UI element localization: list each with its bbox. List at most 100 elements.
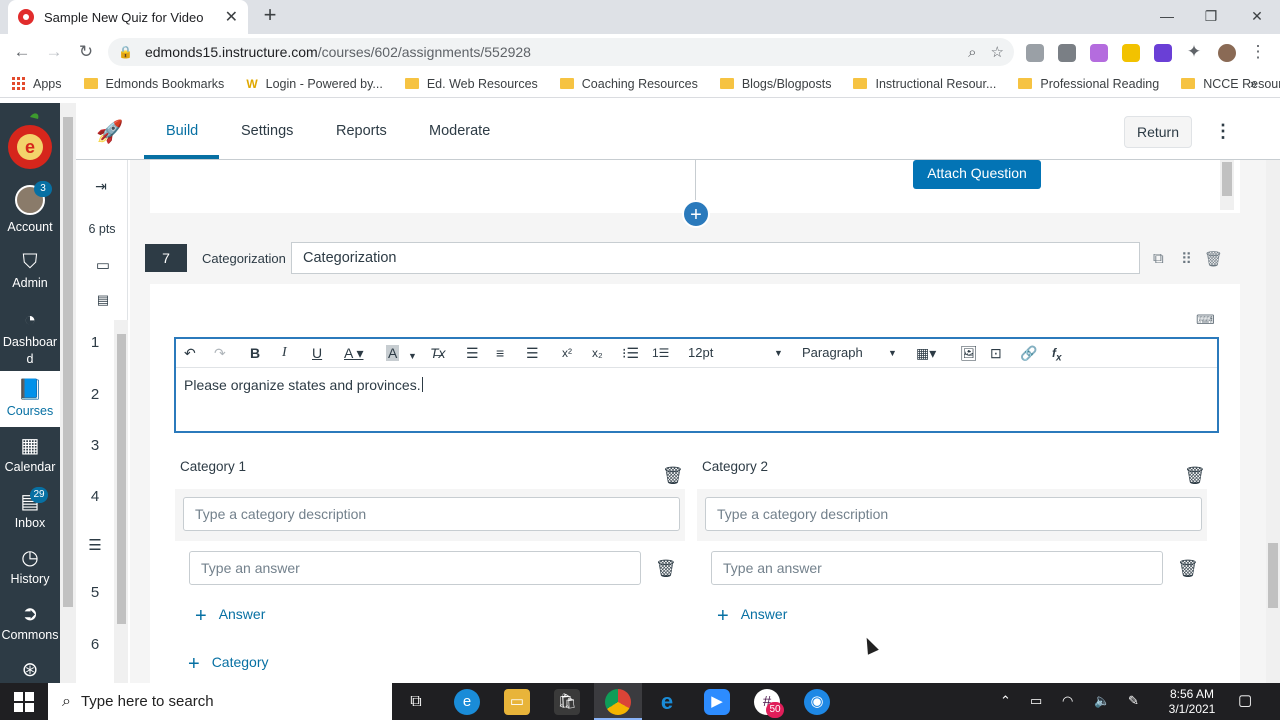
answer-input[interactable]	[711, 551, 1163, 585]
add-category-button[interactable]: + Category	[188, 653, 269, 676]
bookmark-link[interactable]: W Login - Powered by...	[246, 77, 383, 91]
institution-logo[interactable]: e	[6, 111, 54, 173]
underline-icon[interactable]: U	[312, 345, 322, 361]
attach-question-button[interactable]: Attach Question	[913, 160, 1041, 189]
align-right-icon[interactable]: ☰	[526, 345, 539, 361]
category-description-input[interactable]	[705, 497, 1202, 531]
pen-icon[interactable]: ✎	[1128, 693, 1139, 709]
stimulus-icon[interactable]: ▭	[84, 256, 122, 274]
new-tab-button[interactable]: +	[258, 4, 282, 28]
minimize-window-button[interactable]: —	[1152, 4, 1182, 28]
nav-commons[interactable]: ➲ Commons	[0, 603, 60, 642]
restore-window-button[interactable]: ❐	[1196, 4, 1226, 28]
bookmark-folder[interactable]: Instructional Resour...	[853, 77, 996, 91]
forward-arrow-icon[interactable]: →	[42, 40, 66, 64]
align-left-icon[interactable]: ☰	[466, 345, 479, 361]
question-link-1[interactable]: 1	[76, 334, 114, 351]
bookmark-apps[interactable]: Apps	[12, 77, 62, 91]
chrome-menu-icon[interactable]: ⋮	[1246, 40, 1270, 64]
equation-icon[interactable]: fx	[1052, 345, 1062, 366]
volume-icon[interactable]: 🔈	[1094, 693, 1110, 709]
browser-tab[interactable]: Sample New Quiz for Video ✕	[8, 0, 248, 34]
battery-icon[interactable]: ▭	[1030, 693, 1042, 709]
zoom-icon[interactable]: ⌕	[968, 44, 976, 61]
nav-history[interactable]: ◷ History	[0, 547, 60, 586]
chevron-down-icon[interactable]: ▼	[408, 348, 417, 364]
nav-account[interactable]: Account 3	[0, 181, 60, 234]
bookmark-folder[interactable]: Coaching Resources	[559, 77, 698, 91]
question-title-field[interactable]: Categorization	[291, 242, 1140, 274]
trash-icon[interactable]: 🗑	[1177, 559, 1199, 579]
add-item-button[interactable]: +	[682, 200, 710, 228]
back-arrow-icon[interactable]: ←	[10, 40, 34, 64]
bullet-list-icon[interactable]: ⁝☰	[622, 345, 639, 361]
more-options-icon[interactable]: ⋮	[1214, 121, 1232, 142]
trash-icon[interactable]: 🗑	[1184, 466, 1206, 486]
task-view-icon[interactable]: ⧉	[403, 689, 429, 715]
editor-body[interactable]: Please organize states and provinces.	[184, 377, 423, 393]
nav-courses[interactable]: 📘 Courses	[0, 371, 60, 427]
category-description-input[interactable]	[183, 497, 680, 531]
extensions-puzzle-icon[interactable]: ✦	[1182, 40, 1206, 64]
trash-icon[interactable]: 🗑	[662, 466, 684, 486]
trash-icon[interactable]: 🗑	[655, 559, 677, 579]
file-explorer-icon[interactable]: ▭	[504, 689, 530, 715]
question-link-3[interactable]: 3	[76, 437, 114, 454]
question-nav-scrollbar[interactable]	[114, 320, 128, 683]
tab-build[interactable]: Build	[166, 123, 198, 139]
question-link-6[interactable]: 6	[76, 636, 114, 653]
keyboard-shortcuts-icon[interactable]: ⌨	[1196, 312, 1215, 328]
tab-reports[interactable]: Reports	[336, 123, 387, 139]
chrome-taskbar-item[interactable]	[594, 683, 642, 720]
bookmark-folder[interactable]: Edmonds Bookmarks	[83, 77, 224, 91]
question-link-4[interactable]: 4	[76, 488, 114, 505]
add-answer-button[interactable]: + Answer	[717, 605, 787, 628]
question-link-2[interactable]: 2	[76, 386, 114, 403]
subscript-icon[interactable]: x₂	[592, 345, 603, 361]
undo-icon[interactable]: ↶	[184, 345, 196, 361]
image-icon[interactable]: 🖼	[960, 345, 978, 361]
taskbar-clock[interactable]: 8:56 AM 3/1/2021	[1162, 687, 1222, 717]
screen-recorder-icon[interactable]: ◉	[804, 689, 830, 715]
show-hidden-icons-icon[interactable]: ⌃	[1000, 693, 1011, 709]
trash-icon[interactable]: 🗑	[1204, 250, 1223, 268]
drag-handle-icon[interactable]: ⠿	[1181, 250, 1192, 268]
extension-icon[interactable]	[1090, 44, 1108, 62]
nav-inbox[interactable]: ▤ Inbox 29	[0, 487, 60, 530]
taskbar-search-input[interactable]	[80, 693, 361, 710]
clear-formatting-icon[interactable]: T̶x	[430, 345, 446, 361]
profile-avatar[interactable]	[1216, 42, 1238, 64]
notifications-icon[interactable]: ▢	[1238, 691, 1252, 709]
bookmark-star-icon[interactable]: ☆	[991, 43, 1004, 61]
media-icon[interactable]: ⊡	[990, 345, 1002, 361]
nav-help[interactable]: ⊛	[0, 659, 60, 684]
wifi-icon[interactable]: ◠	[1062, 693, 1073, 709]
taskbar-search[interactable]: ⌕	[48, 683, 392, 720]
nav-calendar[interactable]: ▦ Calendar	[0, 435, 60, 474]
main-scrollbar[interactable]	[1266, 160, 1280, 683]
nav-admin[interactable]: ⛉ Admin	[0, 251, 60, 290]
bookmark-folder[interactable]: Professional Reading	[1018, 77, 1159, 91]
add-answer-button[interactable]: + Answer	[195, 605, 265, 628]
previous-card-scrollbar[interactable]	[1220, 160, 1234, 210]
block-format-select[interactable]: Paragraph ▼	[802, 345, 898, 360]
italic-icon[interactable]: I	[282, 345, 287, 361]
text-color-icon[interactable]: A ▾	[344, 345, 363, 361]
answer-input[interactable]	[189, 551, 641, 585]
text-block-icon[interactable]: ▤	[84, 292, 122, 308]
store-icon[interactable]: 🛍	[554, 689, 580, 715]
align-center-icon[interactable]: ≡	[496, 345, 504, 361]
windows-start-icon[interactable]	[14, 692, 34, 712]
bold-icon[interactable]: B	[250, 345, 260, 361]
extension-icon[interactable]	[1026, 44, 1044, 62]
global-nav-scrollbar[interactable]	[60, 103, 76, 683]
redo-icon[interactable]: ↷	[214, 345, 226, 361]
table-icon[interactable]: ▦▾	[916, 345, 936, 361]
duplicate-icon[interactable]: ⧉	[1153, 250, 1164, 267]
link-icon[interactable]: 🔗	[1020, 345, 1037, 361]
more-bookmarks-icon[interactable]: »	[1250, 77, 1257, 91]
question-link-5[interactable]: 5	[76, 584, 114, 601]
address-bar[interactable]: 🔒 edmonds15.instructure.com/courses/602/…	[108, 38, 1014, 66]
font-size-select[interactable]: 12pt ▼	[688, 345, 784, 360]
rich-content-editor[interactable]: ↶ ↷ B I U A ▾ A ▼ T̶x ☰ ≡ ☰ x² x₂ ⁝☰ 1☰ …	[174, 337, 1219, 433]
